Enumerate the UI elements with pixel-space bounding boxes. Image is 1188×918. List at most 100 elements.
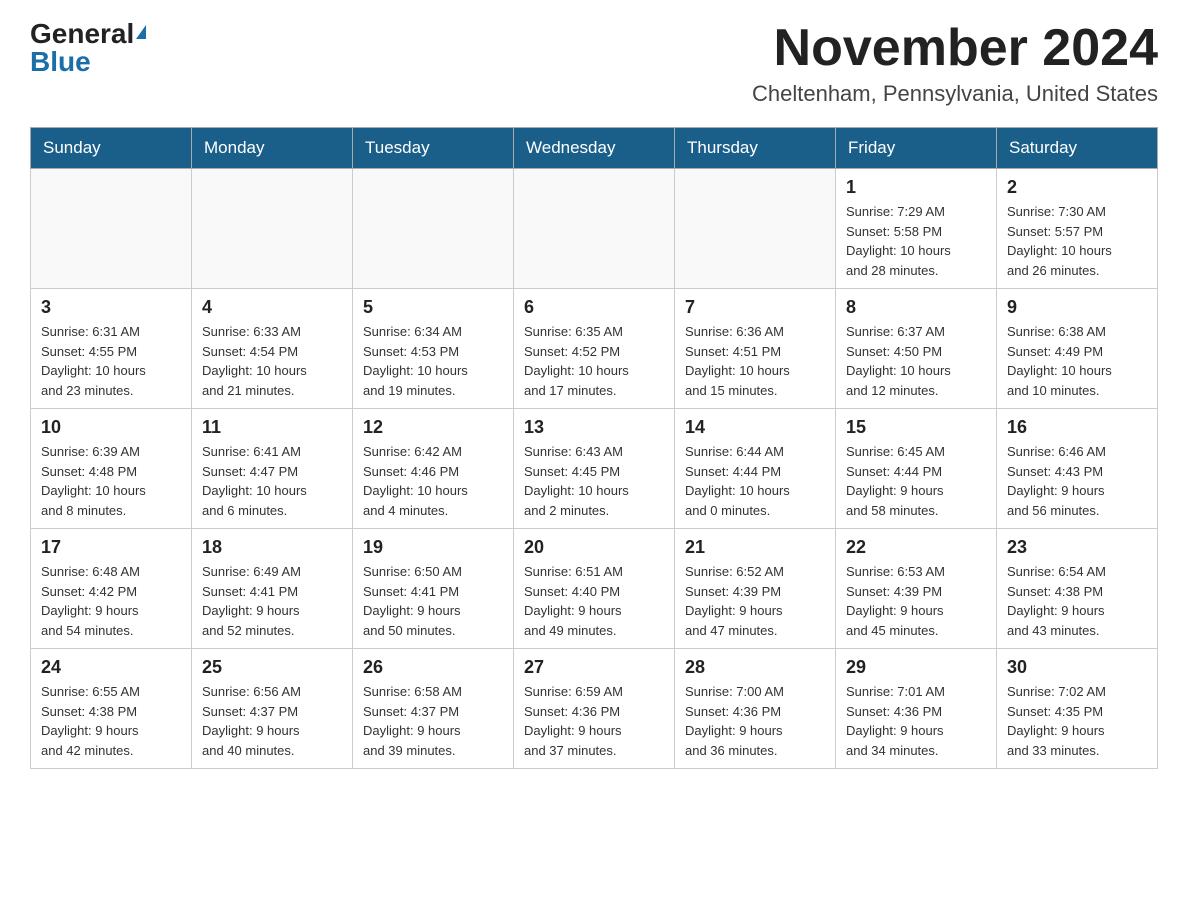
- calendar-cell: 3 Sunrise: 6:31 AMSunset: 4:55 PMDaylight…: [31, 289, 192, 409]
- day-number: 22: [846, 537, 986, 558]
- calendar-cell: [353, 169, 514, 289]
- day-info: Sunrise: 6:54 AMSunset: 4:38 PMDaylight:…: [1007, 562, 1147, 640]
- day-number: 30: [1007, 657, 1147, 678]
- day-number: 13: [524, 417, 664, 438]
- weekday-header-friday: Friday: [836, 128, 997, 169]
- calendar-cell: 4Sunrise: 6:33 AMSunset: 4:54 PMDaylight…: [192, 289, 353, 409]
- day-info: Sunrise: 6:46 AMSunset: 4:43 PMDaylight:…: [1007, 442, 1147, 520]
- calendar-cell: 27 Sunrise: 6:59 AMSunset: 4:36 PMDayligh…: [514, 649, 675, 769]
- calendar-week-row: 17 Sunrise: 6:48 AMSunset: 4:42 PMDayligh…: [31, 529, 1158, 649]
- day-number: 11: [202, 417, 342, 438]
- calendar-cell: 25 Sunrise: 6:56 AMSunset: 4:37 PMDayligh…: [192, 649, 353, 769]
- calendar-cell: 2 Sunrise: 7:30 AMSunset: 5:57 PMDaylight…: [997, 169, 1158, 289]
- location-subtitle: Cheltenham, Pennsylvania, United States: [752, 81, 1158, 107]
- calendar-cell: 20Sunrise: 6:51 AMSunset: 4:40 PMDayligh…: [514, 529, 675, 649]
- calendar-cell: 29 Sunrise: 7:01 AMSunset: 4:36 PMDayligh…: [836, 649, 997, 769]
- day-info: Sunrise: 6:58 AMSunset: 4:37 PMDaylight:…: [363, 682, 503, 760]
- title-area: November 2024 Cheltenham, Pennsylvania, …: [752, 20, 1158, 107]
- calendar-week-row: 10 Sunrise: 6:39 AMSunset: 4:48 PMDayligh…: [31, 409, 1158, 529]
- day-info: Sunrise: 6:49 AMSunset: 4:41 PMDaylight:…: [202, 562, 342, 640]
- day-number: 10: [41, 417, 181, 438]
- day-info: Sunrise: 6:59 AMSunset: 4:36 PMDaylight:…: [524, 682, 664, 760]
- day-number: 1: [846, 177, 986, 198]
- calendar-cell: 18 Sunrise: 6:49 AMSunset: 4:41 PMDayligh…: [192, 529, 353, 649]
- day-info: Sunrise: 6:34 AMSunset: 4:53 PMDaylight:…: [363, 322, 503, 400]
- calendar-cell: 15Sunrise: 6:45 AMSunset: 4:44 PMDayligh…: [836, 409, 997, 529]
- calendar-cell: 22 Sunrise: 6:53 AMSunset: 4:39 PMDayligh…: [836, 529, 997, 649]
- weekday-header-tuesday: Tuesday: [353, 128, 514, 169]
- calendar-header-row: SundayMondayTuesdayWednesdayThursdayFrid…: [31, 128, 1158, 169]
- day-number: 15: [846, 417, 986, 438]
- day-info: Sunrise: 6:48 AMSunset: 4:42 PMDaylight:…: [41, 562, 181, 640]
- day-number: 21: [685, 537, 825, 558]
- calendar-cell: 7 Sunrise: 6:36 AMSunset: 4:51 PMDaylight…: [675, 289, 836, 409]
- calendar-table: SundayMondayTuesdayWednesdayThursdayFrid…: [30, 127, 1158, 769]
- day-number: 9: [1007, 297, 1147, 318]
- month-title: November 2024: [752, 20, 1158, 77]
- day-info: Sunrise: 6:41 AMSunset: 4:47 PMDaylight:…: [202, 442, 342, 520]
- page-header: General Blue November 2024 Cheltenham, P…: [30, 20, 1158, 107]
- day-info: Sunrise: 6:31 AMSunset: 4:55 PMDaylight:…: [41, 322, 181, 400]
- calendar-cell: 30 Sunrise: 7:02 AMSunset: 4:35 PMDayligh…: [997, 649, 1158, 769]
- day-number: 6: [524, 297, 664, 318]
- weekday-header-thursday: Thursday: [675, 128, 836, 169]
- day-number: 5: [363, 297, 503, 318]
- day-info: Sunrise: 6:55 AMSunset: 4:38 PMDaylight:…: [41, 682, 181, 760]
- day-number: 26: [363, 657, 503, 678]
- day-info: Sunrise: 7:01 AMSunset: 4:36 PMDaylight:…: [846, 682, 986, 760]
- logo-triangle-icon: [136, 25, 146, 39]
- day-number: 14: [685, 417, 825, 438]
- calendar-cell: 12Sunrise: 6:42 AMSunset: 4:46 PMDayligh…: [353, 409, 514, 529]
- calendar-cell: [514, 169, 675, 289]
- calendar-cell: [192, 169, 353, 289]
- day-number: 12: [363, 417, 503, 438]
- day-info: Sunrise: 6:53 AMSunset: 4:39 PMDaylight:…: [846, 562, 986, 640]
- logo-blue-text: Blue: [30, 48, 91, 76]
- day-number: 4: [202, 297, 342, 318]
- calendar-cell: 24 Sunrise: 6:55 AMSunset: 4:38 PMDayligh…: [31, 649, 192, 769]
- calendar-cell: [31, 169, 192, 289]
- calendar-cell: 28 Sunrise: 7:00 AMSunset: 4:36 PMDayligh…: [675, 649, 836, 769]
- calendar-week-row: 1 Sunrise: 7:29 AMSunset: 5:58 PMDaylight…: [31, 169, 1158, 289]
- weekday-header-wednesday: Wednesday: [514, 128, 675, 169]
- day-number: 27: [524, 657, 664, 678]
- day-info: Sunrise: 6:36 AMSunset: 4:51 PMDaylight:…: [685, 322, 825, 400]
- day-number: 24: [41, 657, 181, 678]
- day-number: 3: [41, 297, 181, 318]
- weekday-header-saturday: Saturday: [997, 128, 1158, 169]
- day-info: Sunrise: 6:37 AMSunset: 4:50 PMDaylight:…: [846, 322, 986, 400]
- day-info: Sunrise: 6:39 AMSunset: 4:48 PMDaylight:…: [41, 442, 181, 520]
- calendar-cell: 5 Sunrise: 6:34 AMSunset: 4:53 PMDaylight…: [353, 289, 514, 409]
- day-number: 2: [1007, 177, 1147, 198]
- day-info: Sunrise: 7:29 AMSunset: 5:58 PMDaylight:…: [846, 202, 986, 280]
- calendar-cell: 16 Sunrise: 6:46 AMSunset: 4:43 PMDayligh…: [997, 409, 1158, 529]
- calendar-cell: 17 Sunrise: 6:48 AMSunset: 4:42 PMDayligh…: [31, 529, 192, 649]
- weekday-header-sunday: Sunday: [31, 128, 192, 169]
- day-number: 19: [363, 537, 503, 558]
- day-info: Sunrise: 6:56 AMSunset: 4:37 PMDaylight:…: [202, 682, 342, 760]
- calendar-cell: 6 Sunrise: 6:35 AMSunset: 4:52 PMDaylight…: [514, 289, 675, 409]
- calendar-cell: 21 Sunrise: 6:52 AMSunset: 4:39 PMDayligh…: [675, 529, 836, 649]
- day-number: 18: [202, 537, 342, 558]
- day-number: 23: [1007, 537, 1147, 558]
- day-info: Sunrise: 6:35 AMSunset: 4:52 PMDaylight:…: [524, 322, 664, 400]
- logo-general-text: General: [30, 20, 134, 48]
- day-number: 16: [1007, 417, 1147, 438]
- day-number: 28: [685, 657, 825, 678]
- day-number: 7: [685, 297, 825, 318]
- weekday-header-monday: Monday: [192, 128, 353, 169]
- day-number: 29: [846, 657, 986, 678]
- day-info: Sunrise: 7:30 AMSunset: 5:57 PMDaylight:…: [1007, 202, 1147, 280]
- day-info: Sunrise: 7:00 AMSunset: 4:36 PMDaylight:…: [685, 682, 825, 760]
- day-info: Sunrise: 7:02 AMSunset: 4:35 PMDaylight:…: [1007, 682, 1147, 760]
- day-number: 8: [846, 297, 986, 318]
- day-info: Sunrise: 6:38 AMSunset: 4:49 PMDaylight:…: [1007, 322, 1147, 400]
- calendar-week-row: 24 Sunrise: 6:55 AMSunset: 4:38 PMDayligh…: [31, 649, 1158, 769]
- day-info: Sunrise: 6:52 AMSunset: 4:39 PMDaylight:…: [685, 562, 825, 640]
- day-number: 25: [202, 657, 342, 678]
- day-info: Sunrise: 6:50 AMSunset: 4:41 PMDaylight:…: [363, 562, 503, 640]
- calendar-cell: [675, 169, 836, 289]
- day-number: 17: [41, 537, 181, 558]
- calendar-cell: 26 Sunrise: 6:58 AMSunset: 4:37 PMDayligh…: [353, 649, 514, 769]
- calendar-week-row: 3 Sunrise: 6:31 AMSunset: 4:55 PMDaylight…: [31, 289, 1158, 409]
